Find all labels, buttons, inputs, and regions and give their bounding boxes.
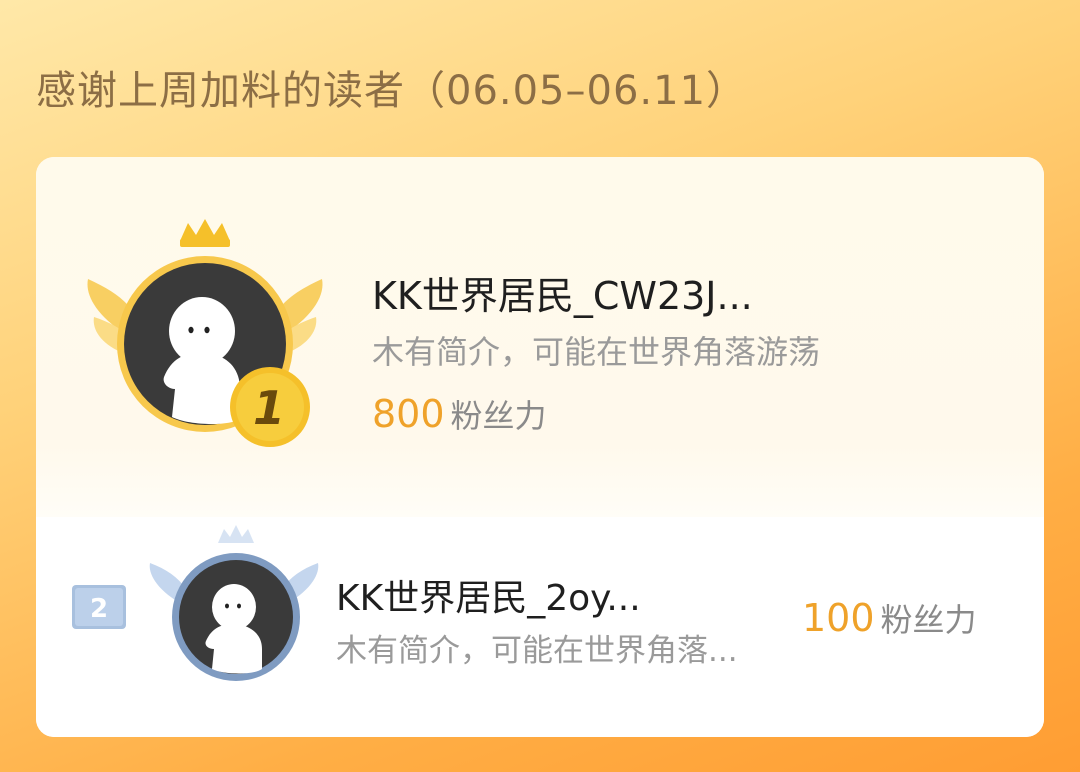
crown-icon [218,525,254,543]
rank-badge-2: 2 [72,585,126,633]
fans-power: 100 粉丝力 [802,595,977,641]
fans-power-unit: 粉丝力 [880,601,977,639]
reader-name[interactable]: KK世界居民_CW23J... [372,265,753,320]
silver-avatar-frame[interactable] [144,525,324,685]
reader-bio: 木有简介，可能在世界角落游荡 [372,333,821,371]
fans-power-value: 800 [372,392,445,436]
gold-avatar-frame[interactable]: 1 [80,219,330,449]
rank-medal-number: 1 [253,381,285,435]
fans-power: 800 粉丝力 [372,391,547,437]
rank-number: 2 [90,594,108,624]
page-title: 感谢上周加料的读者（06.05–06.11） [36,68,748,114]
reader-name[interactable]: KK世界居民_2oy... [336,569,641,621]
fans-power-unit: 粉丝力 [450,397,547,435]
reader-bio: 木有简介，可能在世界角落... [336,633,738,669]
fans-power-value: 100 [802,596,875,640]
crown-icon [180,219,230,241]
reader-item-rank-1[interactable]: 1 KK世界居民_CW23J... 木有简介，可能在世界角落游荡 800 粉丝力 [36,157,1044,517]
reader-ranking-card: 1 KK世界居民_CW23J... 木有简介，可能在世界角落游荡 800 粉丝力 … [36,157,1044,737]
reader-item-rank-2[interactable]: 2 KK世界居民_2oy... 木有简介，可能在世界角落... 100 粉丝力 [36,517,1044,737]
